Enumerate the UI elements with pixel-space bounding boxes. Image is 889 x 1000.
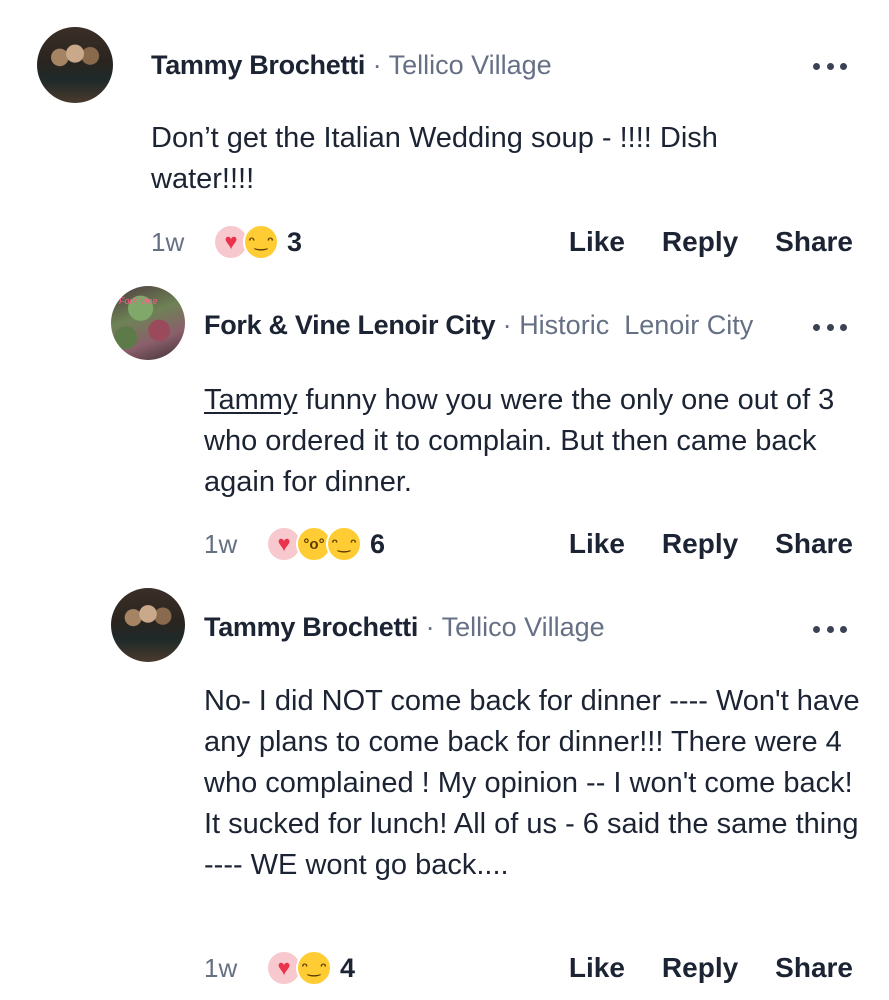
share-button[interactable]: Share: [775, 226, 853, 258]
share-button[interactable]: Share: [775, 952, 853, 984]
reaction-count: 6: [370, 528, 386, 559]
author-name[interactable]: Tammy Brochetti: [151, 50, 365, 80]
reaction-count: 3: [287, 226, 303, 257]
avatar[interactable]: [37, 27, 113, 103]
comment-actions: Like Reply Share: [532, 946, 853, 990]
comment-actions: Like Reply Share: [532, 220, 853, 264]
reactions[interactable]: ♥ °o° ᵔ‿ᵔ: [266, 526, 362, 562]
haha-reaction-icon: ᵔ‿ᵔ: [326, 526, 362, 562]
comment-meta: 1w ♥ ᵔ‿ᵔ 4: [204, 946, 355, 990]
like-button[interactable]: Like: [569, 528, 625, 560]
author-location: Tellico Village: [441, 612, 605, 642]
avatar[interactable]: Fork Vine: [111, 286, 185, 360]
haha-reaction-icon: ᵔ‿ᵔ: [243, 224, 279, 260]
comment-text: No- I did NOT come back for dinner ---- …: [204, 685, 860, 881]
comment-header: Tammy Brochetti · Tellico Village: [204, 612, 605, 643]
comment-meta: 1w ♥ ᵔ‿ᵔ 3: [151, 220, 302, 264]
comment-fork-vine: Fork Vine Fork & Vine Lenoir City · Hist…: [0, 280, 889, 580]
reaction-count: 4: [340, 952, 356, 983]
comment-actions: Like Reply Share: [532, 522, 853, 566]
separator: ·: [372, 50, 382, 80]
more-options-icon[interactable]: [813, 62, 847, 70]
reactions[interactable]: ♥ ᵔ‿ᵔ: [266, 950, 332, 986]
timestamp: 1w: [204, 528, 238, 559]
reply-button[interactable]: Reply: [662, 528, 738, 560]
share-button[interactable]: Share: [775, 528, 853, 560]
like-button[interactable]: Like: [569, 952, 625, 984]
author-location: Tellico Village: [388, 50, 552, 80]
more-options-icon[interactable]: [813, 323, 847, 331]
author-location: Historic Lenoir City: [519, 310, 754, 340]
comment-meta: 1w ♥ °o° ᵔ‿ᵔ 6: [204, 522, 385, 566]
avatar[interactable]: [111, 588, 185, 662]
author-name[interactable]: Tammy Brochetti: [204, 612, 418, 642]
comment-tammy-1: Tammy Brochetti · Tellico Village Don’t …: [0, 0, 889, 280]
comment-text: Tammy funny how you were the only one ou…: [204, 380, 844, 503]
comment-text: Don’t get the Italian Wedding soup - !!!…: [151, 122, 718, 195]
comment-header: Fork & Vine Lenoir City · Historic Lenoi…: [204, 310, 753, 341]
comment-tammy-2: Tammy Brochetti · Tellico Village No- I …: [0, 580, 889, 1000]
separator: ·: [502, 310, 512, 340]
separator: ·: [425, 612, 435, 642]
avatar-logo-text: Fork Vine: [119, 296, 158, 306]
haha-reaction-icon: ᵔ‿ᵔ: [296, 950, 332, 986]
author-name[interactable]: Fork & Vine Lenoir City: [204, 310, 495, 340]
timestamp: 1w: [204, 952, 238, 983]
reactions[interactable]: ♥ ᵔ‿ᵔ: [213, 224, 279, 260]
timestamp: 1w: [151, 226, 185, 257]
like-button[interactable]: Like: [569, 226, 625, 258]
reply-button[interactable]: Reply: [662, 226, 738, 258]
reply-button[interactable]: Reply: [662, 952, 738, 984]
more-options-icon[interactable]: [813, 625, 847, 633]
comment-header: Tammy Brochetti · Tellico Village: [151, 50, 552, 81]
comment-body: funny how you were the only one out of 3…: [204, 384, 835, 498]
mention-link[interactable]: Tammy: [204, 384, 297, 416]
